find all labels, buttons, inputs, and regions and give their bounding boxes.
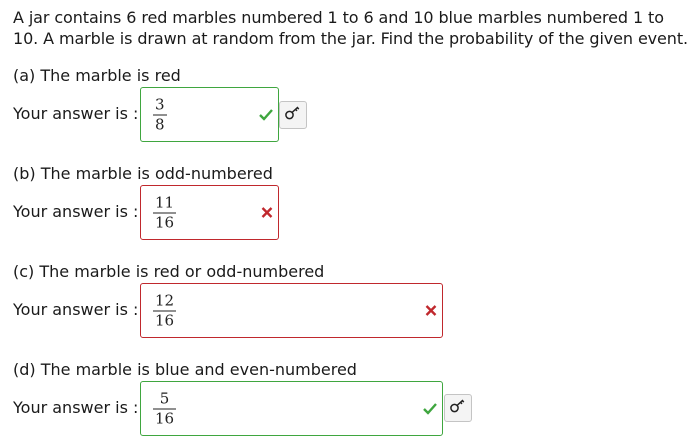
part-d-numerator: 5 (159, 389, 170, 407)
part-b-denominator: 16 (155, 213, 175, 231)
key-icon (284, 105, 302, 125)
part-d-label: (d) The marble is blue and even-numbered (13, 360, 357, 379)
part-b-numerator: 11 (155, 193, 175, 211)
part-c-label: (c) The marble is red or odd-numbered (13, 262, 325, 281)
part-c-answer-prefix: Your answer is : (13, 300, 139, 319)
part-a-answer-prefix: Your answer is : (13, 104, 139, 123)
part-d-answer-field[interactable]: 5 16 (140, 381, 443, 436)
answer-key-button[interactable] (444, 394, 472, 422)
part-c-answer-field[interactable]: 12 16 (140, 283, 443, 338)
key-icon (449, 398, 467, 418)
question-text: A jar contains 6 red marbles numbered 1 … (13, 8, 688, 48)
check-icon (259, 105, 273, 124)
part-b-answer-field[interactable]: 11 16 (140, 185, 279, 240)
answer-key-button[interactable] (279, 101, 307, 129)
part-d-denominator: 16 (155, 409, 175, 427)
part-a-denominator: 8 (155, 115, 165, 133)
part-a-answer-field[interactable]: 3 8 (140, 87, 279, 142)
part-d-answer-prefix: Your answer is : (13, 398, 139, 417)
check-icon (423, 399, 437, 418)
cross-icon (425, 301, 437, 320)
part-b-label: (b) The marble is odd-numbered (13, 164, 273, 183)
part-b-answer-prefix: Your answer is : (13, 202, 139, 221)
part-a-label: (a) The marble is red (13, 66, 181, 85)
part-b-fraction: 11 16 (153, 193, 177, 231)
part-a-fraction: 3 8 (153, 96, 167, 133)
cross-icon (261, 203, 273, 222)
part-c-denominator: 16 (155, 311, 175, 329)
part-a-numerator: 3 (155, 95, 165, 113)
part-c-numerator: 12 (155, 291, 175, 309)
part-d-fraction: 5 16 (153, 389, 177, 427)
part-c-fraction: 12 16 (153, 291, 177, 329)
